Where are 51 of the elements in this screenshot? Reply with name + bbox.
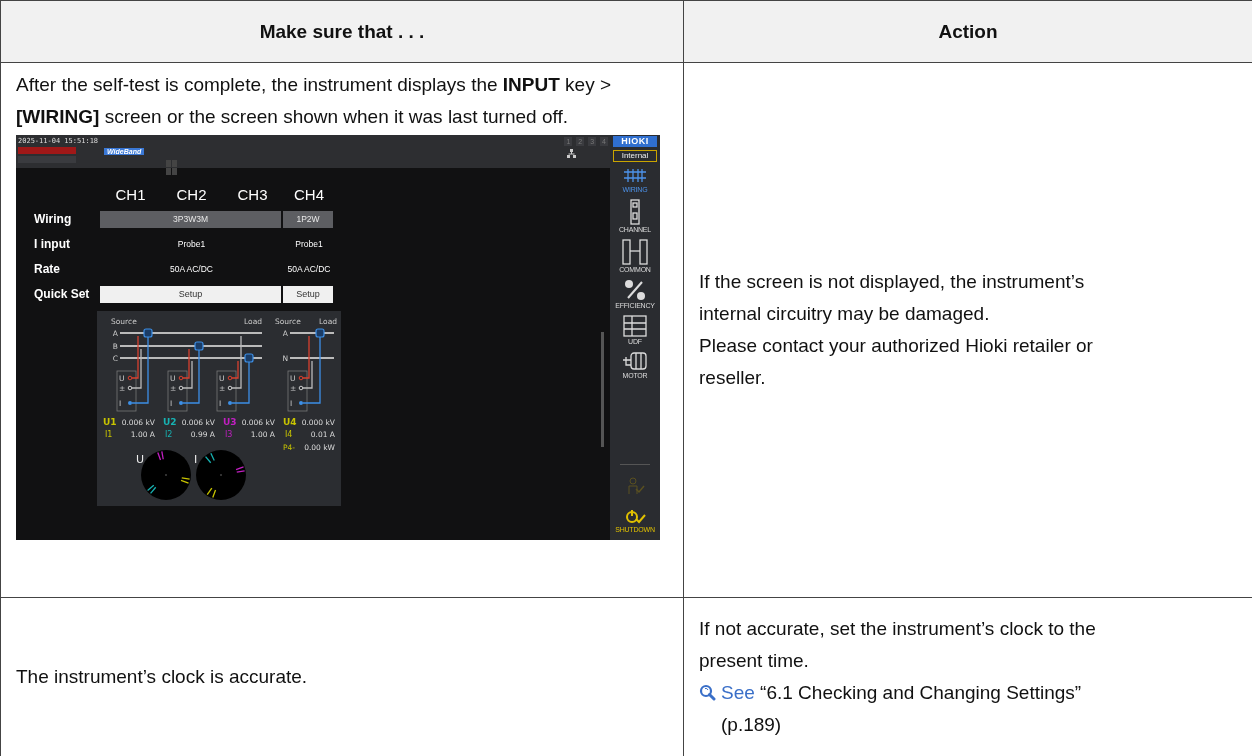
- reading-label: U1: [103, 417, 117, 427]
- action-text: Please contact your authorized Hioki retailer or reseller.: [699, 334, 1094, 390]
- percent-icon: [624, 279, 646, 301]
- wiring-icon: [623, 167, 647, 185]
- reading-label: U2: [163, 417, 177, 427]
- setting-value: Probe1: [294, 239, 324, 250]
- setup-button[interactable]: Setup: [100, 286, 281, 303]
- channel-header: CH1: [114, 185, 147, 204]
- phasor-dial-drawing: [196, 450, 246, 500]
- channel-header: CH3: [236, 185, 269, 204]
- reading-label: U4: [283, 417, 297, 427]
- reference-text: See “6.1 Checking and Changing Settings” (p.189): [721, 681, 1083, 737]
- check-text: After the self-test is complete, the instrument displays the INPUT key > [WIRING] screen or the screen shown when it was last turned off.: [16, 73, 613, 129]
- setting-label: Rate: [34, 262, 61, 277]
- search-icon: [699, 684, 716, 701]
- person-check-icon: [625, 477, 645, 495]
- wiring-select[interactable]: 1P2W: [283, 211, 333, 228]
- wiring-select[interactable]: 3P3W3M: [100, 211, 281, 228]
- check-text: The instrument’s clock is accurate.: [16, 665, 309, 689]
- setting-label: Wiring: [34, 212, 73, 227]
- logo: HIOKI: [613, 136, 657, 147]
- setting-label: I input: [34, 237, 71, 252]
- grid-icon: [623, 315, 647, 337]
- channel-header: CH4: [293, 185, 325, 204]
- setting-value: 50A AC/DC: [286, 264, 332, 275]
- action-text: If the screen is not displayed, the instrument’s internal circuitry may be damaged.: [699, 270, 1086, 326]
- setting-value: Probe1: [176, 239, 207, 250]
- reading-label: I1: [105, 430, 113, 439]
- indicator-drawing: [166, 159, 179, 176]
- network-icon: [567, 149, 576, 158]
- two-modules-icon: [622, 239, 648, 265]
- column-header: Make sure that . . .: [0, 0, 684, 63]
- phasor-dial-drawing: [141, 450, 191, 500]
- setting-label: Quick Set: [34, 287, 91, 302]
- reading-label: I4: [285, 430, 293, 439]
- reference-link[interactable]: See: [721, 682, 755, 703]
- action-text: If not accurate, set the instrument’s clock to the present time.: [699, 617, 1097, 673]
- column-header: Action: [683, 0, 1252, 63]
- setting-value: 50A AC/DC: [169, 264, 214, 275]
- setup-button[interactable]: Setup: [283, 286, 333, 303]
- module-icon: [629, 199, 641, 225]
- reading-label: I3: [225, 430, 233, 439]
- phasor-label: I: [194, 453, 198, 466]
- indicator-drawing: [18, 146, 78, 164]
- motor-icon: [622, 351, 648, 371]
- power-check-icon: [624, 509, 646, 525]
- source-indicator: Internal: [613, 150, 657, 162]
- reading-label: U3: [223, 417, 237, 427]
- reading-label: I2: [165, 430, 173, 439]
- channel-header: CH2: [175, 185, 208, 204]
- phasor-label: U: [136, 453, 145, 466]
